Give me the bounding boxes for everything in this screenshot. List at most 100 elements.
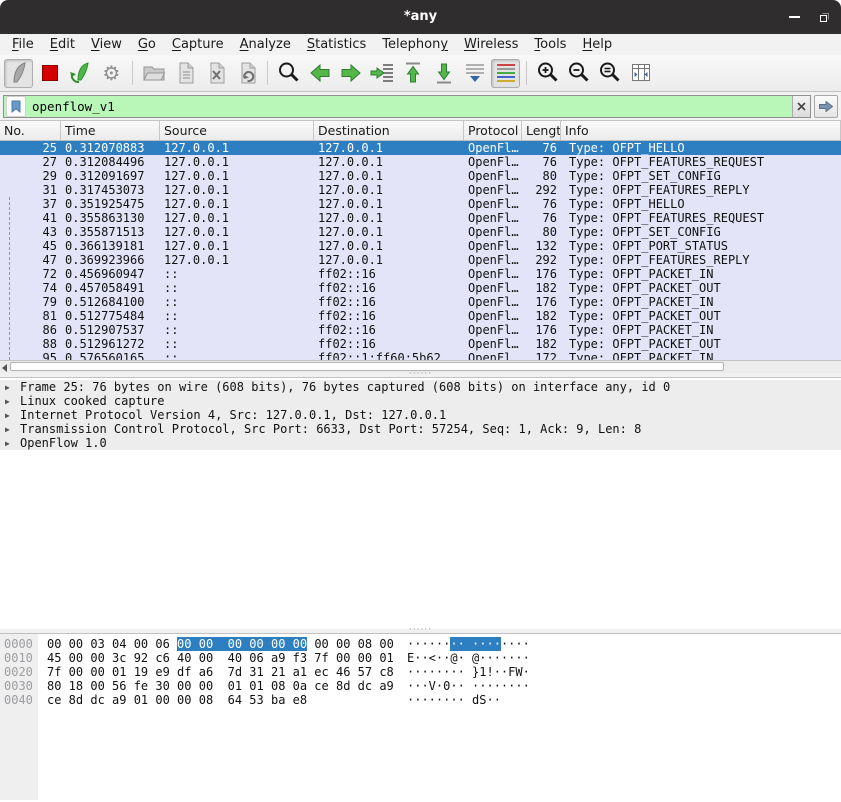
cell-protocol: OpenFl… [468, 323, 519, 337]
hex-ascii[interactable]: ········ dS·· [407, 693, 501, 707]
packet-row-88[interactable]: 88 0.512961272:: ff02::16 OpenFl… 182 Type: O… [0, 337, 841, 351]
menu-capture[interactable]: Capture [164, 34, 232, 55]
hex-row-0020[interactable]: 0020 7f 00 00 01 19 e9 df a6 7d 31 21 a1 … [0, 665, 841, 679]
expand-arrow-icon[interactable]: ▶ [5, 424, 10, 435]
cell-time: 0.312091697 [65, 169, 145, 183]
packet-row-29[interactable]: 29 0.312091697 127.0.0.1 127.0.0.1 OpenFl… 80… [0, 169, 841, 183]
packet-row-47[interactable]: 47 0.369923966 127.0.0.1 127.0.0.1 OpenFl… 29… [0, 253, 841, 267]
cell-protocol: OpenFl… [468, 351, 519, 360]
scroll-left-arrow-icon[interactable] [2, 364, 7, 372]
restart-capture-icon[interactable] [66, 59, 95, 88]
packet-row-25[interactable]: 25 0.312070883 127.0.0.1 127.0.0.1 OpenFl… 76… [0, 141, 841, 155]
cell-time: 0.512775484 [65, 309, 145, 323]
packet-row-79[interactable]: 79 0.512684100:: ff02::16 OpenFl… 176 Type: O… [0, 295, 841, 309]
hex-ascii[interactable]: E··<··@· @······· [407, 651, 530, 665]
titlebar[interactable]: *any [0, 0, 841, 34]
packet-row-41[interactable]: 41 0.355863130 127.0.0.1 127.0.0.1 OpenFl… 76… [0, 211, 841, 225]
auto-scroll-icon[interactable] [460, 59, 489, 88]
restore-icon[interactable] [817, 10, 831, 24]
hex-bytes[interactable]: 00 00 03 04 00 06 00 00 00 00 00 00 00 0… [47, 637, 394, 651]
go-first-icon[interactable] [398, 59, 427, 88]
detail-text: Frame 25: 76 bytes on wire (608 bits), 7… [20, 380, 671, 394]
menu-wireless[interactable]: Wireless [456, 34, 526, 55]
packet-row-95[interactable]: 95 0.576560165:: ff02::1:ff60:5b62 OpenFl… 1… [0, 351, 841, 360]
hex-bytes[interactable]: 45 00 00 3c 92 c6 40 00 40 06 a9 f3 7f 0… [47, 651, 394, 665]
detail-row[interactable]: ▶ Linux cooked capture [0, 394, 841, 408]
packet-row-81[interactable]: 81 0.512775484:: ff02::16 OpenFl… 182 Type: O… [0, 309, 841, 323]
column-header-length[interactable]: Length [522, 121, 561, 140]
hex-row-0000[interactable]: 0000 00 00 03 04 00 06 00 00 00 00 00 00 … [0, 637, 841, 651]
bookmark-icon[interactable] [6, 95, 26, 117]
stop-capture-icon[interactable] [35, 59, 64, 88]
packet-row-37[interactable]: 37 0.351925475 127.0.0.1 127.0.0.1 OpenFl… 76… [0, 197, 841, 211]
zoom-original-icon[interactable] [595, 59, 624, 88]
menu-edit[interactable]: Edit [42, 34, 83, 55]
column-header-protocol[interactable]: Protocol [464, 121, 522, 140]
detail-row[interactable]: ▶ Frame 25: 76 bytes on wire (608 bits), … [0, 380, 841, 394]
go-back-icon[interactable] [305, 59, 334, 88]
filter-value[interactable]: openflow_v1 [26, 99, 792, 114]
menu-analyze[interactable]: Analyze [232, 34, 299, 55]
expand-arrow-icon[interactable]: ▶ [5, 410, 10, 421]
cell-source: :: [164, 267, 179, 281]
apply-filter-icon[interactable] [814, 94, 838, 118]
colorize-icon[interactable] [491, 58, 520, 88]
scrollbar-thumb[interactable] [10, 362, 724, 371]
menu-file[interactable]: File [4, 34, 42, 55]
go-last-icon[interactable] [429, 59, 458, 88]
packet-row-43[interactable]: 43 0.355871513 127.0.0.1 127.0.0.1 OpenFl… 80… [0, 225, 841, 239]
list-details-splitter[interactable] [0, 373, 841, 377]
zoom-in-icon[interactable] [533, 59, 562, 88]
menu-view[interactable]: View [83, 34, 130, 55]
expand-arrow-icon[interactable]: ▶ [5, 382, 10, 393]
column-header-time[interactable]: Time [61, 121, 160, 140]
packet-row-74[interactable]: 74 0.457058491:: ff02::16 OpenFl… 182 Type: O… [0, 281, 841, 295]
column-header-source[interactable]: Source [160, 121, 314, 140]
cell-info: Type: OFPT_PACKET_IN [569, 323, 714, 337]
column-header-destination[interactable]: Destination [314, 121, 464, 140]
packet-row-27[interactable]: 27 0.312084496 127.0.0.1 127.0.0.1 OpenFl… 76… [0, 155, 841, 169]
hex-row-0030[interactable]: 0030 80 18 00 56 fe 30 00 00 01 01 08 0a … [0, 679, 841, 693]
display-filter-input[interactable]: openflow_v1 [3, 94, 811, 118]
detail-text: OpenFlow 1.0 [20, 436, 107, 450]
cell-destination: 127.0.0.1 [318, 169, 384, 183]
hex-ascii[interactable]: ········ }1!··FW· [407, 665, 530, 679]
go-forward-icon[interactable] [336, 59, 365, 88]
detail-row[interactable]: ▶ Internet Protocol Version 4, Src: 127.0… [0, 408, 841, 422]
hex-ascii[interactable]: ···V·0·· ········ [407, 679, 530, 693]
cell-protocol: OpenFl… [468, 267, 519, 281]
column-header-info[interactable]: Info [561, 121, 841, 140]
hex-row-0010[interactable]: 0010 45 00 00 3c 92 c6 40 00 40 06 a9 f3 … [0, 651, 841, 665]
detail-row[interactable]: ▶ OpenFlow 1.0 [0, 436, 841, 450]
menu-go[interactable]: Go [130, 34, 164, 55]
packet-row-31[interactable]: 31 0.317453073 127.0.0.1 127.0.0.1 OpenFl… 29… [0, 183, 841, 197]
expand-arrow-icon[interactable]: ▶ [5, 438, 10, 449]
menu-help[interactable]: Help [574, 34, 620, 55]
menu-tools[interactable]: Tools [526, 34, 574, 55]
resize-columns-icon[interactable] [626, 59, 655, 88]
cell-time: 0.512684100 [65, 295, 145, 309]
go-to-packet-icon[interactable] [367, 59, 396, 88]
column-header-no[interactable]: No. [0, 121, 61, 140]
cell-destination: ff02::1:ff60:5b62 [318, 351, 441, 360]
minimize-icon[interactable] [787, 10, 801, 24]
hex-bytes[interactable]: 7f 00 00 01 19 e9 df a6 7d 31 21 a1 ec 4… [47, 665, 394, 679]
hex-bytes[interactable]: ce 8d dc a9 01 00 00 08 64 53 ba e8 [47, 693, 307, 707]
find-packet-icon[interactable] [274, 59, 303, 88]
packet-row-45[interactable]: 45 0.366139181 127.0.0.1 127.0.0.1 OpenFl… 13… [0, 239, 841, 253]
cell-length: 172 [535, 351, 557, 360]
zoom-out-icon[interactable] [564, 59, 593, 88]
options-gear-icon[interactable]: ⚙ [97, 59, 126, 88]
hex-row-0040[interactable]: 0040 ce 8d dc a9 01 00 00 08 64 53 ba e8 ·… [0, 693, 841, 707]
hex-bytes[interactable]: 80 18 00 56 fe 30 00 00 01 01 08 0a ce 8… [47, 679, 394, 693]
cell-destination: ff02::16 [318, 281, 376, 295]
detail-row[interactable]: ▶ Transmission Control Protocol, Src Port… [0, 422, 841, 436]
packet-row-72[interactable]: 72 0.456960947:: ff02::16 OpenFl… 176 Type: O… [0, 267, 841, 281]
clear-filter-icon[interactable] [792, 95, 810, 117]
hex-ascii[interactable]: ········ ········ [407, 637, 530, 651]
cell-length: 132 [535, 239, 557, 253]
menu-statistics[interactable]: Statistics [299, 34, 374, 55]
packet-row-86[interactable]: 86 0.512907537:: ff02::16 OpenFl… 176 Type: O… [0, 323, 841, 337]
expand-arrow-icon[interactable]: ▶ [5, 396, 10, 407]
menu-telephony[interactable]: Telephony [374, 34, 456, 55]
